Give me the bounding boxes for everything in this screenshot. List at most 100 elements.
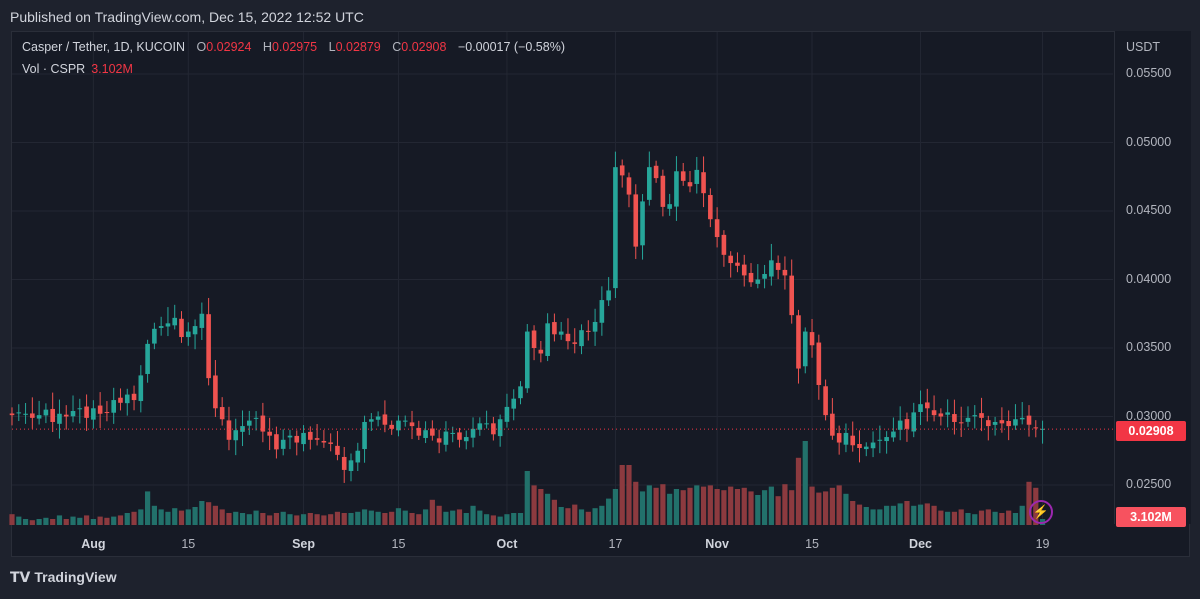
candle-body [192,326,198,335]
volume-bar [884,505,890,525]
volume-bar [734,489,741,525]
candle-body [63,414,69,417]
candle-body [9,413,15,416]
candle-body [586,330,591,332]
candle-body [640,201,645,246]
candle-body [36,415,42,419]
volume-bar [334,511,341,525]
candle-body [199,313,205,328]
price-tick-label: 0.05000 [1126,134,1172,149]
volume-bar [714,489,720,525]
symbol-title: Casper / Tether, 1D, KUCOIN [22,40,186,54]
candle-body [497,419,503,437]
candle-body [77,408,83,410]
volume-bar [945,511,951,525]
candle-body [992,421,998,425]
candle-body [355,450,361,463]
volume-bar [823,491,829,525]
volume-bar [375,511,381,525]
candle-body [84,406,89,418]
candle-body [301,432,306,445]
candle-body [979,413,984,418]
volume-bar [748,491,754,525]
candle-body [606,290,611,301]
candle-body [809,332,815,346]
candle-body [104,412,110,414]
candle-body [545,323,550,356]
volume-bar [199,501,205,525]
candle-body [843,432,849,445]
volume-bar [63,519,69,525]
change-value: −0.00017 (−0.58%) [457,40,565,54]
candle-body [131,393,137,401]
symbol-legend[interactable]: Casper / Tether, 1D, KUCOIN O0.02924 H0.… [22,40,565,54]
volume-bar [83,515,90,525]
volume-bar [341,513,347,525]
candle-body [626,177,632,195]
volume-bar [16,516,22,525]
volume-bar [1012,513,1019,525]
volume-bar [328,514,334,525]
volume-bar [206,502,212,525]
candle-body [870,442,876,449]
candle-body [369,419,374,422]
volume-bar [917,504,924,525]
volume-bar [782,484,788,525]
candle-body [145,343,150,374]
candle-body [1033,427,1039,429]
open-value: 0.02924 [206,40,252,54]
volume-bar [456,509,463,525]
volume-bar [558,507,564,525]
time-tick-label: Sep [292,537,315,551]
volume-bar [484,514,490,525]
volume-bar [843,493,849,525]
candle-body [579,330,584,347]
candle-body [816,342,822,385]
volume-bars [9,441,1046,525]
volume-bar [165,511,171,525]
candle-body [823,386,828,416]
volume-bar [260,513,266,525]
volume-bar [653,487,659,525]
candle-body [111,400,116,413]
candle-body [253,417,259,419]
time-tick-label: Dec [909,537,932,551]
candle-body [247,420,252,426]
price-chart[interactable] [0,0,1200,599]
candle-body [206,314,211,379]
lightning-icon[interactable]: ⚡ [1029,500,1053,524]
volume-bar [721,490,727,525]
volume-bar [90,519,96,525]
volume-bar [938,510,944,525]
candle-body [314,438,320,440]
candle-body [491,423,496,435]
volume-bar [138,509,144,525]
candle-body [179,318,184,338]
volume-bar [321,515,327,525]
time-tick-label: 19 [1035,537,1050,551]
volume-legend[interactable]: Vol · CSPR 3.102M [22,62,133,76]
price-tick-label: 0.04000 [1126,271,1172,286]
volume-bar [592,508,598,525]
volume-bar [545,493,551,525]
volume-bar [816,492,822,525]
candle-body [484,423,489,425]
candle-body [972,415,978,417]
candlesticks [9,151,1045,483]
volume-bar [409,513,415,525]
candle-body [965,417,971,422]
volume-bar [856,504,863,525]
volume-bar [131,511,137,525]
open-label: O [196,40,207,54]
candle-body [687,182,693,187]
tradingview-brand[interactable]: TV TradingView [10,569,117,586]
volume-bar [348,513,354,525]
volume-bar [999,513,1005,525]
volume-bar [741,487,747,525]
candle-body [863,446,869,450]
candle-body [450,432,455,434]
candle-body [613,167,618,289]
candle-body [152,328,157,344]
chart-grid [12,32,1113,524]
candle-body [389,424,394,429]
